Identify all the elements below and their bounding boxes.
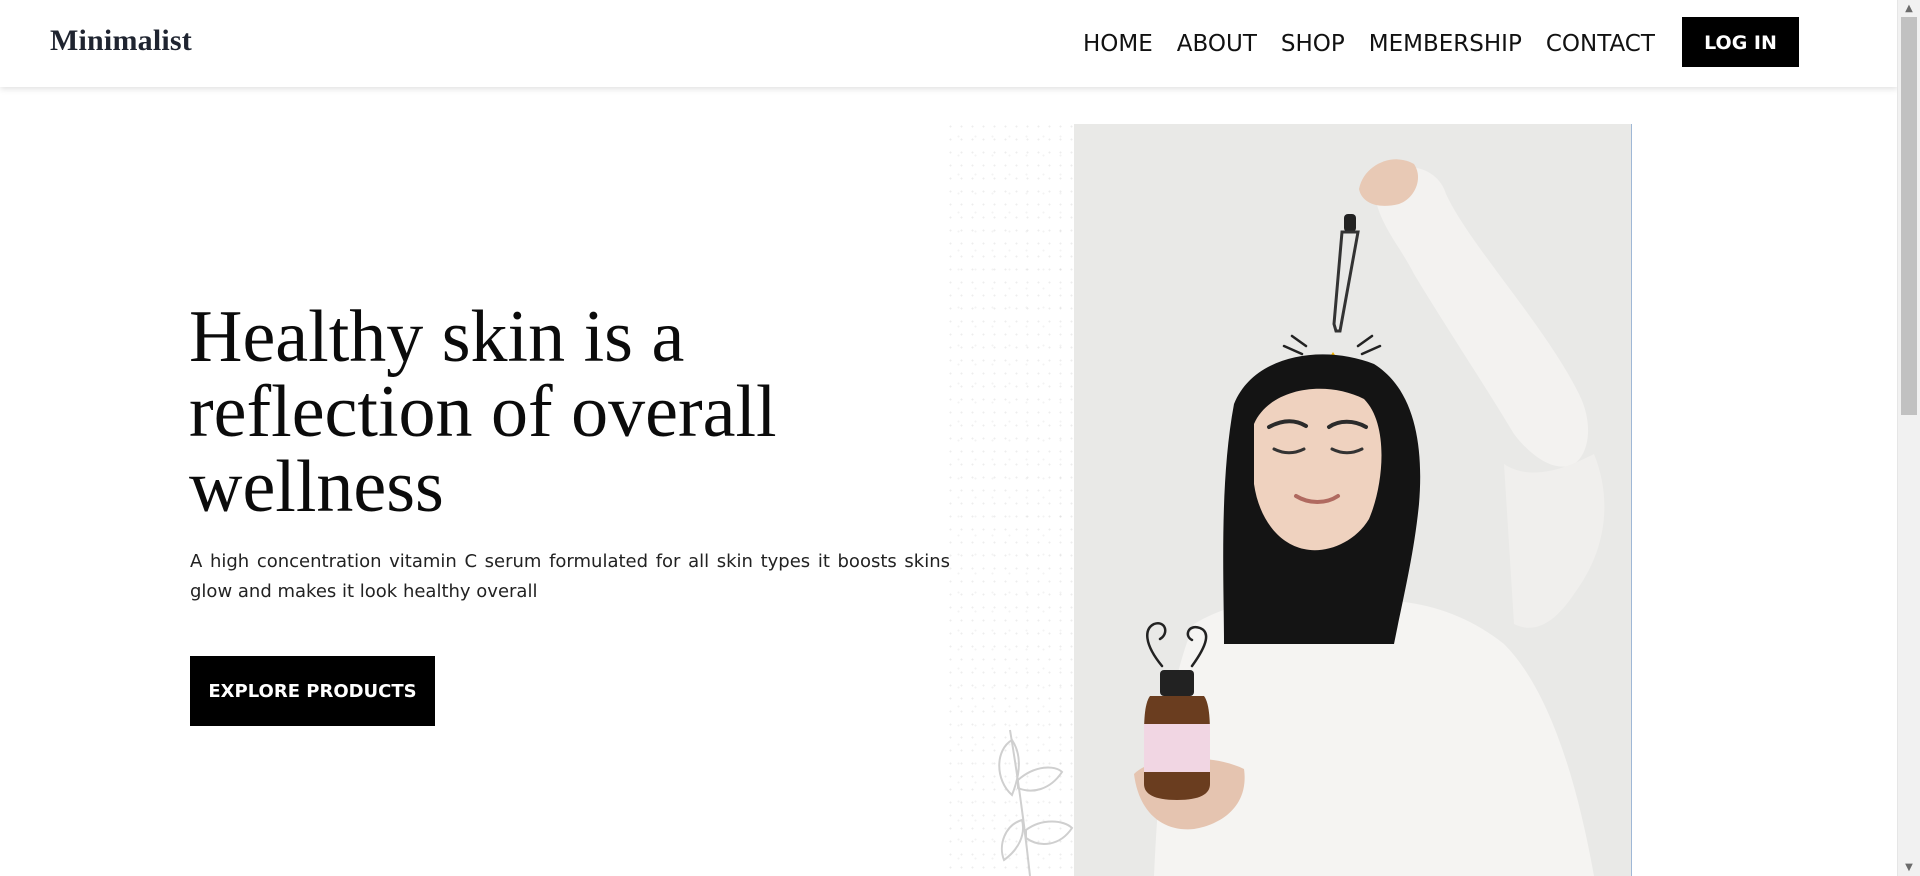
explore-products-button[interactable]: EXPLORE PRODUCTS — [190, 656, 435, 726]
nav-contact[interactable]: CONTACT — [1546, 25, 1655, 63]
leaf-illustration — [998, 729, 1074, 876]
vertical-scrollbar[interactable]: ▲ ▼ — [1897, 0, 1920, 876]
hero-description: A high concentration vitamin C serum for… — [190, 551, 950, 602]
nav-home[interactable]: HOME — [1083, 25, 1153, 63]
nav-membership[interactable]: MEMBERSHIP — [1369, 25, 1522, 63]
page: Minimalist HOME ABOUT SHOP MEMBERSHIP CO… — [0, 0, 1920, 876]
brand-logo[interactable]: Minimalist — [50, 24, 192, 58]
scroll-thumb[interactable] — [1901, 17, 1917, 415]
login-button[interactable]: LOG IN — [1682, 17, 1799, 67]
scroll-up-icon[interactable]: ▲ — [1898, 0, 1920, 17]
nav-about[interactable]: ABOUT — [1177, 25, 1257, 63]
scroll-down-icon[interactable]: ▼ — [1898, 859, 1920, 876]
hero-title: Healthy skin is a reflection of overall … — [189, 296, 777, 528]
woman-with-serum-illustration — [1074, 124, 1631, 876]
nav-shop[interactable]: SHOP — [1281, 25, 1345, 63]
main-nav: HOME ABOUT SHOP MEMBERSHIP CONTACT — [1083, 25, 1655, 63]
site-header: Minimalist HOME ABOUT SHOP MEMBERSHIP CO… — [0, 0, 1898, 87]
hero-photo — [1074, 124, 1632, 876]
